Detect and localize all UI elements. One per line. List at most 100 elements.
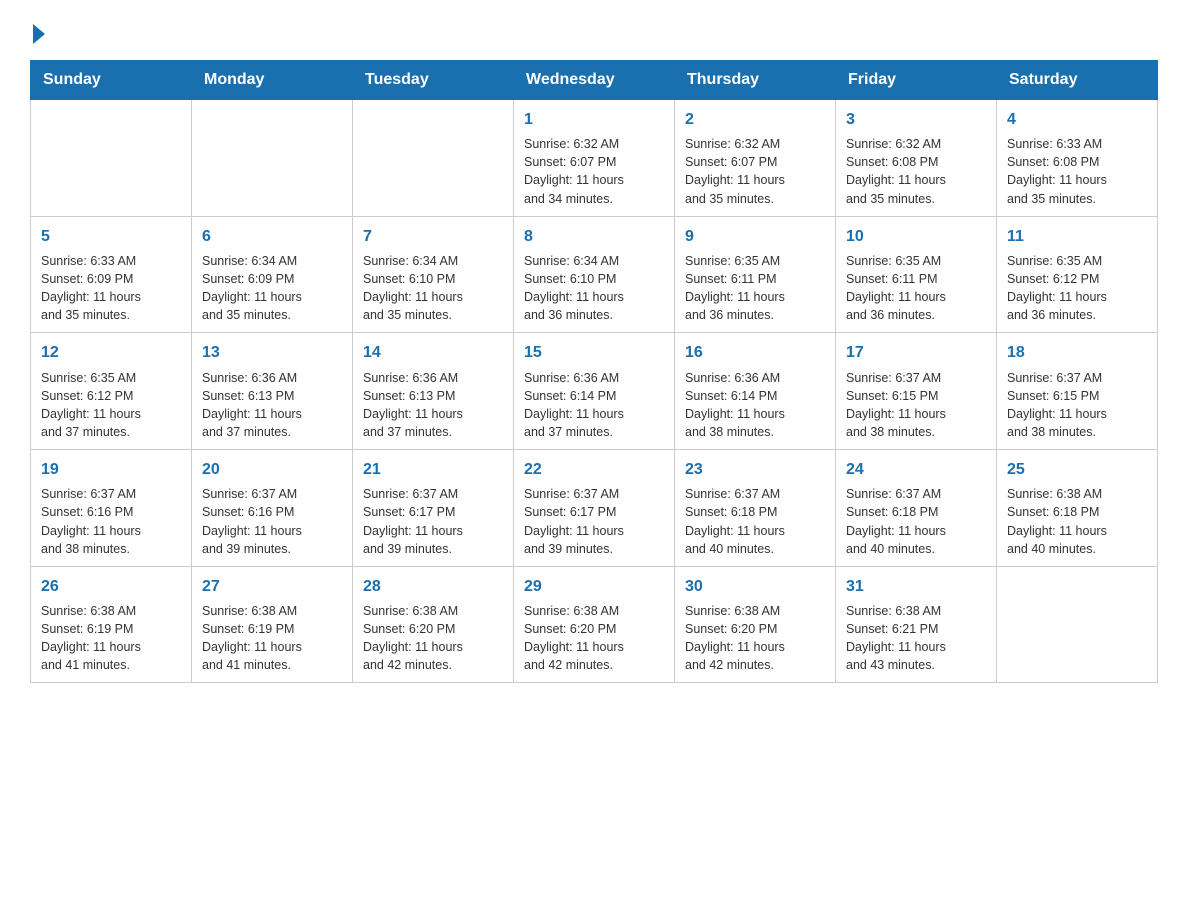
day-number: 25 xyxy=(1007,458,1147,481)
day-info: Sunrise: 6:33 AM Sunset: 6:08 PM Dayligh… xyxy=(1007,135,1147,208)
day-info: Sunrise: 6:37 AM Sunset: 6:16 PM Dayligh… xyxy=(202,485,342,558)
calendar-cell: 23 Sunrise: 6:37 AM Sunset: 6:18 PM Dayli… xyxy=(675,450,836,567)
day-info: Sunrise: 6:37 AM Sunset: 6:17 PM Dayligh… xyxy=(363,485,503,558)
day-info: Sunrise: 6:32 AM Sunset: 6:07 PM Dayligh… xyxy=(524,135,664,208)
day-number: 24 xyxy=(846,458,986,481)
calendar-cell: 24 Sunrise: 6:37 AM Sunset: 6:18 PM Dayli… xyxy=(836,450,997,567)
day-number: 1 xyxy=(524,108,664,131)
day-info: Sunrise: 6:35 AM Sunset: 6:11 PM Dayligh… xyxy=(846,252,986,325)
calendar-cell xyxy=(353,100,514,217)
day-info: Sunrise: 6:38 AM Sunset: 6:19 PM Dayligh… xyxy=(202,602,342,675)
day-number: 9 xyxy=(685,225,825,248)
day-number: 12 xyxy=(41,341,181,364)
day-info: Sunrise: 6:34 AM Sunset: 6:09 PM Dayligh… xyxy=(202,252,342,325)
day-info: Sunrise: 6:33 AM Sunset: 6:09 PM Dayligh… xyxy=(41,252,181,325)
day-number: 30 xyxy=(685,575,825,598)
day-number: 20 xyxy=(202,458,342,481)
calendar-cell: 21 Sunrise: 6:37 AM Sunset: 6:17 PM Dayli… xyxy=(353,450,514,567)
calendar-week-3: 12 Sunrise: 6:35 AM Sunset: 6:12 PM Dayli… xyxy=(31,333,1158,450)
logo xyxy=(30,20,62,44)
day-number: 22 xyxy=(524,458,664,481)
day-number: 18 xyxy=(1007,341,1147,364)
calendar-cell: 22 Sunrise: 6:37 AM Sunset: 6:17 PM Dayli… xyxy=(514,450,675,567)
day-info: Sunrise: 6:37 AM Sunset: 6:15 PM Dayligh… xyxy=(846,369,986,442)
day-number: 7 xyxy=(363,225,503,248)
day-info: Sunrise: 6:37 AM Sunset: 6:17 PM Dayligh… xyxy=(524,485,664,558)
day-number: 11 xyxy=(1007,225,1147,248)
calendar-table: SundayMondayTuesdayWednesdayThursdayFrid… xyxy=(30,60,1158,683)
day-info: Sunrise: 6:36 AM Sunset: 6:13 PM Dayligh… xyxy=(363,369,503,442)
day-info: Sunrise: 6:36 AM Sunset: 6:14 PM Dayligh… xyxy=(685,369,825,442)
weekday-header-thursday: Thursday xyxy=(675,61,836,100)
day-number: 17 xyxy=(846,341,986,364)
weekday-header-friday: Friday xyxy=(836,61,997,100)
calendar-cell: 20 Sunrise: 6:37 AM Sunset: 6:16 PM Dayli… xyxy=(192,450,353,567)
calendar-cell: 2 Sunrise: 6:32 AM Sunset: 6:07 PM Daylig… xyxy=(675,100,836,217)
day-info: Sunrise: 6:32 AM Sunset: 6:07 PM Dayligh… xyxy=(685,135,825,208)
day-number: 14 xyxy=(363,341,503,364)
calendar-cell: 25 Sunrise: 6:38 AM Sunset: 6:18 PM Dayli… xyxy=(997,450,1158,567)
day-info: Sunrise: 6:38 AM Sunset: 6:20 PM Dayligh… xyxy=(685,602,825,675)
calendar-cell: 27 Sunrise: 6:38 AM Sunset: 6:19 PM Dayli… xyxy=(192,566,353,683)
calendar-cell: 14 Sunrise: 6:36 AM Sunset: 6:13 PM Dayli… xyxy=(353,333,514,450)
calendar-cell: 17 Sunrise: 6:37 AM Sunset: 6:15 PM Dayli… xyxy=(836,333,997,450)
weekday-header-row: SundayMondayTuesdayWednesdayThursdayFrid… xyxy=(31,61,1158,100)
day-info: Sunrise: 6:37 AM Sunset: 6:18 PM Dayligh… xyxy=(685,485,825,558)
day-number: 16 xyxy=(685,341,825,364)
weekday-header-sunday: Sunday xyxy=(31,61,192,100)
day-info: Sunrise: 6:32 AM Sunset: 6:08 PM Dayligh… xyxy=(846,135,986,208)
day-number: 5 xyxy=(41,225,181,248)
day-info: Sunrise: 6:34 AM Sunset: 6:10 PM Dayligh… xyxy=(363,252,503,325)
calendar-cell xyxy=(192,100,353,217)
calendar-header: SundayMondayTuesdayWednesdayThursdayFrid… xyxy=(31,61,1158,100)
day-info: Sunrise: 6:38 AM Sunset: 6:18 PM Dayligh… xyxy=(1007,485,1147,558)
calendar-cell: 26Sunrise: 6:38 AM Sunset: 6:19 PM Dayli… xyxy=(31,566,192,683)
day-number: 6 xyxy=(202,225,342,248)
day-info: Sunrise: 6:34 AM Sunset: 6:10 PM Dayligh… xyxy=(524,252,664,325)
calendar-cell: 16 Sunrise: 6:36 AM Sunset: 6:14 PM Dayli… xyxy=(675,333,836,450)
calendar-week-5: 26 Sunrise: 6:38 AM Sunset: 6:19 PM Dayli… xyxy=(31,566,1158,683)
day-info: Sunrise: 6:35 AM Sunset: 6:12 PM Dayligh… xyxy=(1007,252,1147,325)
calendar-cell xyxy=(997,566,1158,683)
calendar-week-4: 19Sunrise: 6:37 AM Sunset: 6:16 PM Dayli… xyxy=(31,450,1158,567)
day-number: 4 xyxy=(1007,108,1147,131)
calendar-cell: 30 Sunrise: 6:38 AM Sunset: 6:20 PM Dayli… xyxy=(675,566,836,683)
logo-arrow-icon xyxy=(33,24,45,44)
day-number: 29 xyxy=(524,575,664,598)
day-info: Sunrise: 6:38 AM Sunset: 6:20 PM Dayligh… xyxy=(363,602,503,675)
calendar-cell: 12 Sunrise: 6:35 AM Sunset: 6:12 PM Dayli… xyxy=(31,333,192,450)
day-number: 26 xyxy=(41,575,181,598)
day-info: Sunrise: 6:36 AM Sunset: 6:14 PM Dayligh… xyxy=(524,369,664,442)
day-info: Sunrise: 6:37 AM Sunset: 6:16 PM Dayligh… xyxy=(41,485,181,558)
weekday-header-tuesday: Tuesday xyxy=(353,61,514,100)
calendar-cell xyxy=(31,100,192,217)
calendar-cell: 5 Sunrise: 6:33 AM Sunset: 6:09 PM Daylig… xyxy=(31,216,192,333)
day-number: 21 xyxy=(363,458,503,481)
day-number: 27 xyxy=(202,575,342,598)
weekday-header-monday: Monday xyxy=(192,61,353,100)
calendar-cell: 10 Sunrise: 6:35 AM Sunset: 6:11 PM Dayli… xyxy=(836,216,997,333)
day-number: 2 xyxy=(685,108,825,131)
weekday-header-saturday: Saturday xyxy=(997,61,1158,100)
day-number: 28 xyxy=(363,575,503,598)
day-info: Sunrise: 6:36 AM Sunset: 6:13 PM Dayligh… xyxy=(202,369,342,442)
day-number: 23 xyxy=(685,458,825,481)
calendar-cell: 7 Sunrise: 6:34 AM Sunset: 6:10 PM Daylig… xyxy=(353,216,514,333)
calendar-week-1: 1 Sunrise: 6:32 AM Sunset: 6:07 PM Daylig… xyxy=(31,100,1158,217)
calendar-cell: 9 Sunrise: 6:35 AM Sunset: 6:11 PM Daylig… xyxy=(675,216,836,333)
day-info: Sunrise: 6:35 AM Sunset: 6:12 PM Dayligh… xyxy=(41,369,181,442)
calendar-cell: 19Sunrise: 6:37 AM Sunset: 6:16 PM Dayli… xyxy=(31,450,192,567)
day-number: 3 xyxy=(846,108,986,131)
calendar-cell: 18 Sunrise: 6:37 AM Sunset: 6:15 PM Dayli… xyxy=(997,333,1158,450)
calendar-cell: 28 Sunrise: 6:38 AM Sunset: 6:20 PM Dayli… xyxy=(353,566,514,683)
weekday-header-wednesday: Wednesday xyxy=(514,61,675,100)
day-info: Sunrise: 6:35 AM Sunset: 6:11 PM Dayligh… xyxy=(685,252,825,325)
day-info: Sunrise: 6:37 AM Sunset: 6:15 PM Dayligh… xyxy=(1007,369,1147,442)
calendar-cell: 4 Sunrise: 6:33 AM Sunset: 6:08 PM Daylig… xyxy=(997,100,1158,217)
day-number: 13 xyxy=(202,341,342,364)
page-header xyxy=(30,20,1158,44)
day-number: 10 xyxy=(846,225,986,248)
calendar-cell: 11 Sunrise: 6:35 AM Sunset: 6:12 PM Dayli… xyxy=(997,216,1158,333)
day-info: Sunrise: 6:37 AM Sunset: 6:18 PM Dayligh… xyxy=(846,485,986,558)
day-number: 15 xyxy=(524,341,664,364)
